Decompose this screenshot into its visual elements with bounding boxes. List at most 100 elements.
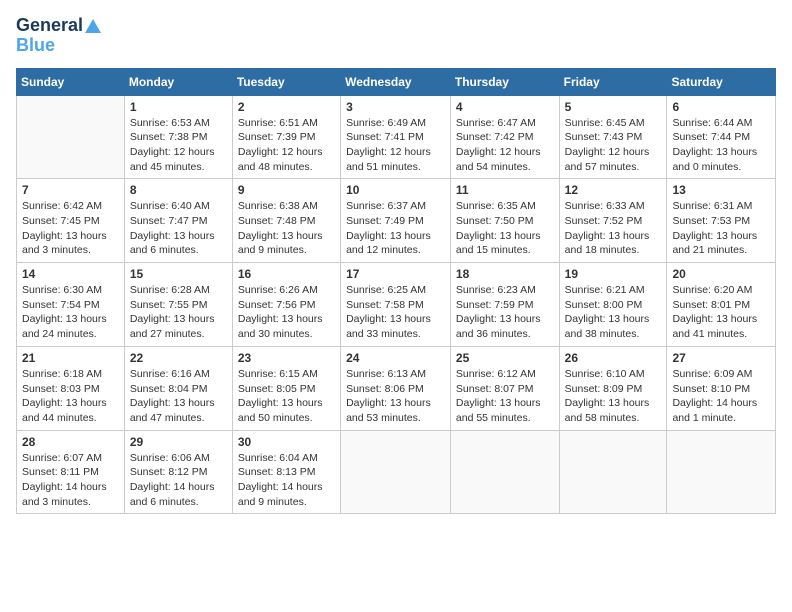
calendar-cell: 28 Sunrise: 6:07 AMSunset: 8:11 PMDayligh… [17, 430, 125, 514]
calendar-cell: 5 Sunrise: 6:45 AMSunset: 7:43 PMDaylight… [559, 95, 667, 179]
calendar-cell [341, 430, 451, 514]
day-number: 16 [238, 267, 335, 281]
day-number: 8 [130, 183, 227, 197]
day-info: Sunrise: 6:16 AMSunset: 8:04 PMDaylight:… [130, 367, 227, 426]
day-number: 6 [672, 100, 770, 114]
header-monday: Monday [124, 68, 232, 95]
header-tuesday: Tuesday [232, 68, 340, 95]
day-number: 17 [346, 267, 445, 281]
day-info: Sunrise: 6:30 AMSunset: 7:54 PMDaylight:… [22, 283, 119, 342]
logo: General Blue [16, 16, 101, 56]
calendar-cell [17, 95, 125, 179]
logo-text-general: General [16, 16, 83, 36]
calendar-cell: 18Sunrise: 6:23 AMSunset: 7:59 PMDayligh… [450, 263, 559, 347]
day-info: Sunrise: 6:28 AMSunset: 7:55 PMDaylight:… [130, 283, 227, 342]
calendar-cell [667, 430, 776, 514]
day-info: Sunrise: 6:15 AMSunset: 8:05 PMDaylight:… [238, 367, 335, 426]
calendar-cell: 11 Sunrise: 6:35 AMSunset: 7:50 PMDayligh… [450, 179, 559, 263]
calendar-cell: 16 Sunrise: 6:26 AMSunset: 7:56 PMDayligh… [232, 263, 340, 347]
day-number: 29 [130, 435, 227, 449]
day-info: Sunrise: 6:12 AMSunset: 8:07 PMDaylight:… [456, 367, 554, 426]
day-number: 13 [672, 183, 770, 197]
day-info: Sunrise: 6:53 AMSunset: 7:38 PMDaylight:… [130, 116, 227, 175]
logo-text-blue: Blue [16, 36, 55, 56]
day-number: 4 [456, 100, 554, 114]
day-info: Sunrise: 6:44 AMSunset: 7:44 PMDaylight:… [672, 116, 770, 175]
day-number: 25 [456, 351, 554, 365]
day-info: Sunrise: 6:07 AMSunset: 8:11 PMDaylight:… [22, 451, 119, 510]
calendar-cell: 15 Sunrise: 6:28 AMSunset: 7:55 PMDayligh… [124, 263, 232, 347]
calendar-cell: 3 Sunrise: 6:49 AMSunset: 7:41 PMDaylight… [341, 95, 451, 179]
calendar-cell: 23Sunrise: 6:15 AMSunset: 8:05 PMDayligh… [232, 346, 340, 430]
day-info: Sunrise: 6:26 AMSunset: 7:56 PMDaylight:… [238, 283, 335, 342]
day-info: Sunrise: 6:35 AMSunset: 7:50 PMDaylight:… [456, 199, 554, 258]
day-number: 20 [672, 267, 770, 281]
day-number: 1 [130, 100, 227, 114]
calendar-cell: 10 Sunrise: 6:37 AMSunset: 7:49 PMDayligh… [341, 179, 451, 263]
calendar-cell: 13 Sunrise: 6:31 AMSunset: 7:53 PMDayligh… [667, 179, 776, 263]
calendar-cell: 17 Sunrise: 6:25 AMSunset: 7:58 PMDayligh… [341, 263, 451, 347]
day-number: 24 [346, 351, 445, 365]
day-info: Sunrise: 6:04 AMSunset: 8:13 PMDaylight:… [238, 451, 335, 510]
calendar-week-1: 1 Sunrise: 6:53 AMSunset: 7:38 PMDaylight… [17, 95, 776, 179]
day-info: Sunrise: 6:49 AMSunset: 7:41 PMDaylight:… [346, 116, 445, 175]
calendar-cell: 7 Sunrise: 6:42 AMSunset: 7:45 PMDaylight… [17, 179, 125, 263]
day-number: 26 [565, 351, 662, 365]
day-info: Sunrise: 6:10 AMSunset: 8:09 PMDaylight:… [565, 367, 662, 426]
calendar-cell: 2Sunrise: 6:51 AMSunset: 7:39 PMDaylight… [232, 95, 340, 179]
calendar-cell: 4 Sunrise: 6:47 AMSunset: 7:42 PMDaylight… [450, 95, 559, 179]
day-info: Sunrise: 6:13 AMSunset: 8:06 PMDaylight:… [346, 367, 445, 426]
day-number: 28 [22, 435, 119, 449]
calendar-cell: 22 Sunrise: 6:16 AMSunset: 8:04 PMDayligh… [124, 346, 232, 430]
day-info: Sunrise: 6:40 AMSunset: 7:47 PMDaylight:… [130, 199, 227, 258]
day-number: 27 [672, 351, 770, 365]
day-info: Sunrise: 6:31 AMSunset: 7:53 PMDaylight:… [672, 199, 770, 258]
calendar-cell: 25 Sunrise: 6:12 AMSunset: 8:07 PMDayligh… [450, 346, 559, 430]
day-info: Sunrise: 6:51 AMSunset: 7:39 PMDaylight:… [238, 116, 335, 175]
header-sunday: Sunday [17, 68, 125, 95]
calendar-cell: 30Sunrise: 6:04 AMSunset: 8:13 PMDayligh… [232, 430, 340, 514]
calendar-cell: 24 Sunrise: 6:13 AMSunset: 8:06 PMDayligh… [341, 346, 451, 430]
calendar-week-5: 28 Sunrise: 6:07 AMSunset: 8:11 PMDayligh… [17, 430, 776, 514]
day-info: Sunrise: 6:47 AMSunset: 7:42 PMDaylight:… [456, 116, 554, 175]
day-number: 19 [565, 267, 662, 281]
calendar-week-2: 7 Sunrise: 6:42 AMSunset: 7:45 PMDaylight… [17, 179, 776, 263]
day-info: Sunrise: 6:37 AMSunset: 7:49 PMDaylight:… [346, 199, 445, 258]
day-number: 10 [346, 183, 445, 197]
calendar-cell: 27 Sunrise: 6:09 AMSunset: 8:10 PMDayligh… [667, 346, 776, 430]
day-number: 5 [565, 100, 662, 114]
calendar-cell [559, 430, 667, 514]
calendar-cell [450, 430, 559, 514]
day-number: 21 [22, 351, 119, 365]
calendar-cell: 6 Sunrise: 6:44 AMSunset: 7:44 PMDaylight… [667, 95, 776, 179]
day-number: 22 [130, 351, 227, 365]
calendar-cell: 26 Sunrise: 6:10 AMSunset: 8:09 PMDayligh… [559, 346, 667, 430]
day-number: 12 [565, 183, 662, 197]
calendar-week-4: 21 Sunrise: 6:18 AMSunset: 8:03 PMDayligh… [17, 346, 776, 430]
calendar-cell: 12 Sunrise: 6:33 AMSunset: 7:52 PMDayligh… [559, 179, 667, 263]
day-info: Sunrise: 6:09 AMSunset: 8:10 PMDaylight:… [672, 367, 770, 426]
day-info: Sunrise: 6:33 AMSunset: 7:52 PMDaylight:… [565, 199, 662, 258]
day-info: Sunrise: 6:18 AMSunset: 8:03 PMDaylight:… [22, 367, 119, 426]
calendar-cell: 19Sunrise: 6:21 AMSunset: 8:00 PMDayligh… [559, 263, 667, 347]
day-number: 14 [22, 267, 119, 281]
calendar-cell: 1 Sunrise: 6:53 AMSunset: 7:38 PMDaylight… [124, 95, 232, 179]
day-info: Sunrise: 6:20 AMSunset: 8:01 PMDaylight:… [672, 283, 770, 342]
day-number: 15 [130, 267, 227, 281]
day-number: 3 [346, 100, 445, 114]
day-number: 11 [456, 183, 554, 197]
calendar-table: SundayMondayTuesdayWednesdayThursdayFrid… [16, 68, 776, 515]
day-info: Sunrise: 6:06 AMSunset: 8:12 PMDaylight:… [130, 451, 227, 510]
day-number: 7 [22, 183, 119, 197]
day-info: Sunrise: 6:25 AMSunset: 7:58 PMDaylight:… [346, 283, 445, 342]
day-info: Sunrise: 6:42 AMSunset: 7:45 PMDaylight:… [22, 199, 119, 258]
day-number: 9 [238, 183, 335, 197]
calendar-cell: 9Sunrise: 6:38 AMSunset: 7:48 PMDaylight… [232, 179, 340, 263]
header-thursday: Thursday [450, 68, 559, 95]
calendar-week-3: 14 Sunrise: 6:30 AMSunset: 7:54 PMDayligh… [17, 263, 776, 347]
calendar-cell: 20 Sunrise: 6:20 AMSunset: 8:01 PMDayligh… [667, 263, 776, 347]
page-header: General Blue [16, 16, 776, 56]
calendar-cell: 21 Sunrise: 6:18 AMSunset: 8:03 PMDayligh… [17, 346, 125, 430]
calendar-cell: 29 Sunrise: 6:06 AMSunset: 8:12 PMDayligh… [124, 430, 232, 514]
day-info: Sunrise: 6:45 AMSunset: 7:43 PMDaylight:… [565, 116, 662, 175]
